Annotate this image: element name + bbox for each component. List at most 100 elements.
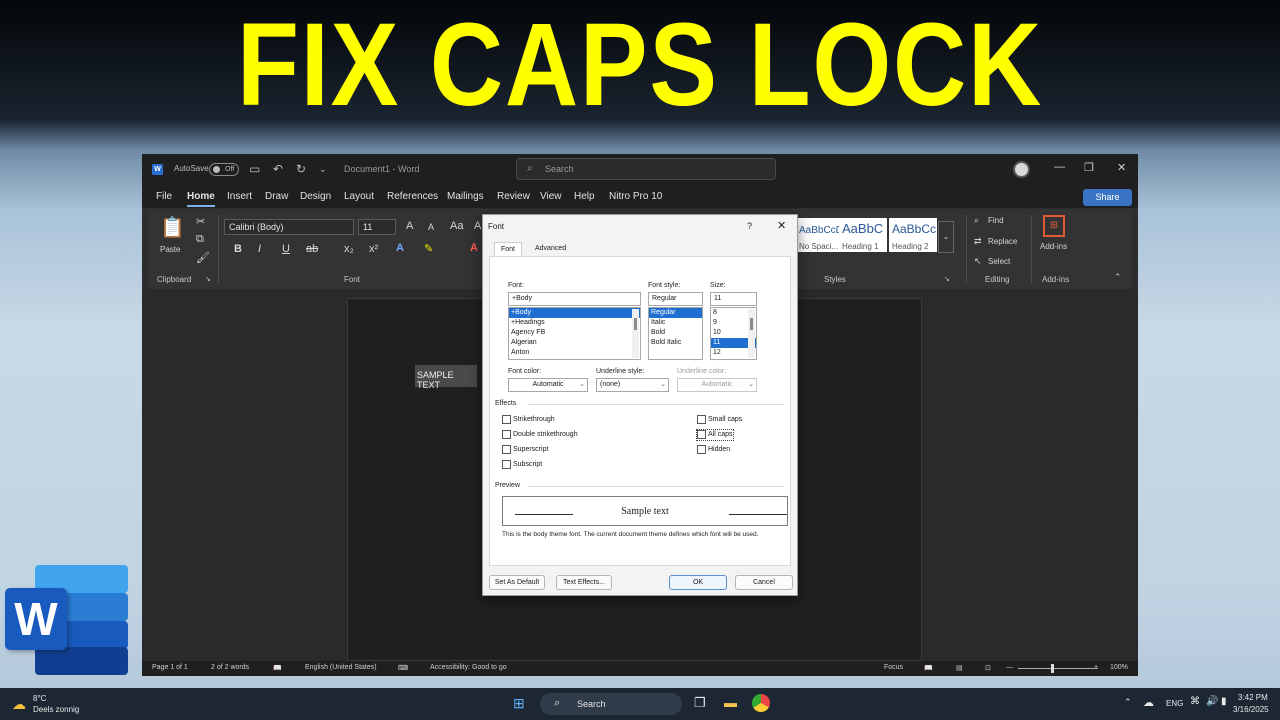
list-item[interactable]: Regular bbox=[649, 308, 702, 318]
text-effects-button[interactable]: Text Effects... bbox=[556, 575, 612, 590]
double-strikethrough-checkbox[interactable]: Double strikethrough bbox=[502, 430, 578, 440]
zoom-level[interactable]: 100% bbox=[1110, 664, 1128, 671]
minimize-icon[interactable]: — bbox=[1054, 161, 1065, 173]
small-caps-checkbox[interactable]: Small caps bbox=[697, 415, 742, 425]
size-list[interactable]: 8 9 10 11 12 bbox=[710, 307, 757, 360]
superscript-button[interactable]: x² bbox=[369, 243, 378, 255]
list-item[interactable]: Agency FB bbox=[509, 328, 640, 338]
menu-help[interactable]: Help bbox=[574, 191, 595, 202]
share-button[interactable]: Share bbox=[1083, 189, 1132, 206]
text-predictions-icon[interactable]: ⌨ bbox=[398, 664, 408, 672]
accessibility-status[interactable]: Accessibility: Good to go bbox=[430, 664, 507, 671]
menu-file[interactable]: File bbox=[156, 191, 172, 202]
title-search-box[interactable]: ⌕ Search bbox=[516, 158, 776, 180]
style-heading-1[interactable]: AaBbC Heading 1 bbox=[839, 218, 887, 252]
styles-gallery-more-icon[interactable]: ⌄ bbox=[938, 221, 954, 253]
weather-desc[interactable]: Deels zonnig bbox=[33, 705, 79, 714]
text-effects-button[interactable]: A bbox=[396, 242, 404, 254]
start-icon[interactable]: ⊞ bbox=[513, 695, 525, 712]
font-size-box[interactable]: 11 bbox=[358, 219, 396, 235]
menu-layout[interactable]: Layout bbox=[344, 191, 374, 202]
grow-font-icon[interactable]: A bbox=[406, 220, 413, 232]
status-page[interactable]: Page 1 of 1 bbox=[152, 664, 188, 671]
menu-review[interactable]: Review bbox=[497, 191, 530, 202]
italic-button[interactable]: I bbox=[258, 243, 261, 255]
zoom-slider-thumb[interactable] bbox=[1051, 664, 1054, 673]
size-list-scrollbar[interactable] bbox=[748, 309, 755, 358]
clear-formatting-icon[interactable]: A bbox=[474, 220, 481, 232]
list-item[interactable]: Bold bbox=[649, 328, 702, 338]
hidden-checkbox[interactable]: Hidden bbox=[697, 445, 730, 455]
cut-icon[interactable]: ✂ bbox=[196, 215, 205, 228]
select-button[interactable]: Select bbox=[988, 257, 1010, 266]
font-list[interactable]: +Body +Headings Agency FB Algerian Anton bbox=[508, 307, 641, 360]
shrink-font-icon[interactable]: A bbox=[428, 222, 434, 232]
collapse-ribbon-icon[interactable]: ⌃ bbox=[1114, 272, 1122, 283]
all-caps-checkbox[interactable]: All caps bbox=[696, 429, 734, 441]
close-icon[interactable]: ✕ bbox=[1117, 161, 1126, 174]
font-name-box[interactable]: Calibri (Body) bbox=[224, 219, 354, 235]
read-mode-icon[interactable]: 📖 bbox=[924, 664, 933, 672]
menu-home[interactable]: Home bbox=[187, 191, 215, 207]
file-explorer-icon[interactable]: ▬ bbox=[724, 695, 737, 710]
network-icon[interactable]: ⌘ bbox=[1190, 696, 1200, 707]
taskbar-search[interactable]: ⌕ Search bbox=[540, 693, 682, 715]
focus-button[interactable]: Focus bbox=[884, 664, 903, 671]
menu-view[interactable]: View bbox=[540, 191, 562, 202]
font-style-list[interactable]: Regular Italic Bold Bold Italic bbox=[648, 307, 703, 360]
avatar[interactable] bbox=[1013, 161, 1030, 178]
clock-date[interactable]: 3/16/2025 bbox=[1233, 705, 1269, 714]
strikethrough-checkbox[interactable]: Strikethrough bbox=[502, 415, 555, 425]
addins-icon[interactable]: ⊞ bbox=[1043, 215, 1065, 237]
print-layout-icon[interactable]: ▤ bbox=[956, 664, 963, 672]
paste-label[interactable]: Paste bbox=[160, 245, 180, 254]
copy-icon[interactable]: ⧉ bbox=[196, 233, 204, 246]
underline-style-dropdown[interactable]: (none) ⌄ bbox=[596, 378, 669, 392]
autosave-toggle[interactable]: Off bbox=[209, 163, 239, 176]
close-icon[interactable]: ✕ bbox=[777, 219, 786, 232]
task-view-icon[interactable]: ❐ bbox=[694, 695, 706, 711]
underline-button[interactable]: U bbox=[282, 243, 290, 255]
help-icon[interactable]: ? bbox=[747, 221, 752, 231]
battery-icon[interactable]: ▮ bbox=[1221, 696, 1227, 707]
font-style-input[interactable]: Regular bbox=[648, 292, 703, 306]
weather-temp[interactable]: 8°C bbox=[33, 694, 46, 703]
zoom-slider[interactable] bbox=[1018, 668, 1098, 669]
tab-font[interactable]: Font bbox=[494, 242, 523, 256]
tray-chevron-icon[interactable]: ⌃ bbox=[1124, 697, 1132, 708]
menu-insert[interactable]: Insert bbox=[227, 191, 252, 202]
replace-button[interactable]: Replace bbox=[988, 237, 1017, 246]
find-button[interactable]: Find bbox=[988, 216, 1004, 225]
font-input[interactable]: +Body bbox=[508, 292, 641, 306]
status-language[interactable]: English (United States) bbox=[305, 664, 377, 671]
highlight-icon[interactable]: ✎ bbox=[424, 242, 433, 255]
font-color-dropdown[interactable]: Automatic ⌄ bbox=[508, 378, 588, 392]
volume-icon[interactable]: 🔊 bbox=[1206, 696, 1218, 707]
list-item[interactable]: Italic bbox=[649, 318, 702, 328]
font-list-scrollbar[interactable] bbox=[632, 309, 639, 358]
tab-advanced[interactable]: Advanced bbox=[529, 242, 572, 256]
list-item[interactable]: Algerian bbox=[509, 338, 640, 348]
onedrive-icon[interactable]: ☁ bbox=[1143, 696, 1154, 709]
zoom-in-icon[interactable]: + bbox=[1094, 664, 1098, 671]
cancel-button[interactable]: Cancel bbox=[735, 575, 793, 590]
change-case-icon[interactable]: Aa bbox=[450, 220, 463, 232]
list-item[interactable]: Bold Italic bbox=[649, 338, 702, 348]
style-heading-2[interactable]: AaBbCc Heading 2 bbox=[889, 218, 937, 252]
list-item[interactable]: Anton bbox=[509, 348, 640, 358]
menu-nitro[interactable]: Nitro Pro 10 bbox=[609, 191, 662, 202]
superscript-checkbox[interactable]: Superscript bbox=[502, 445, 548, 455]
language-indicator[interactable]: ENG bbox=[1166, 699, 1183, 708]
menu-draw[interactable]: Draw bbox=[265, 191, 288, 202]
styles-launcher-icon[interactable]: ↘ bbox=[944, 275, 950, 283]
clipboard-icon[interactable]: 📋 bbox=[160, 215, 185, 240]
status-words[interactable]: 2 of 2 words bbox=[211, 664, 249, 671]
format-painter-icon[interactable]: 🖌 bbox=[196, 251, 210, 264]
size-input[interactable]: 11 bbox=[710, 292, 757, 306]
bold-button[interactable]: B bbox=[234, 243, 242, 255]
ok-button[interactable]: OK bbox=[669, 575, 727, 590]
clock-time[interactable]: 3:42 PM bbox=[1238, 693, 1268, 702]
restore-icon[interactable]: ❐ bbox=[1084, 161, 1094, 174]
clipboard-launcher-icon[interactable]: ↘ bbox=[205, 275, 211, 283]
proofing-icon[interactable]: 📖 bbox=[273, 664, 282, 672]
